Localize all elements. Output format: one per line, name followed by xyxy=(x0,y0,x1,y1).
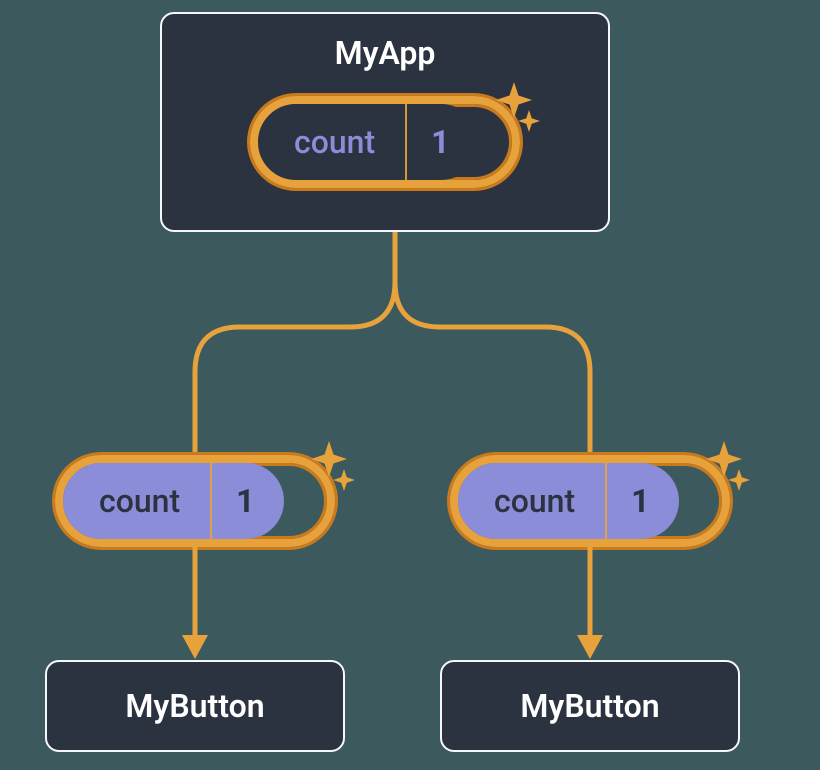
child-component-title: MyButton xyxy=(520,687,659,725)
connector-branch xyxy=(0,232,820,457)
state-pill-label: count xyxy=(258,104,405,180)
sparkle-icon xyxy=(301,441,361,501)
state-pill-value: 1 xyxy=(405,104,479,180)
child-component-box-right: MyButton xyxy=(440,660,740,752)
prop-pill-right-wrap: count 1 xyxy=(450,455,730,547)
sparkle-icon xyxy=(696,441,756,501)
state-pill-root: count 1 xyxy=(250,96,520,188)
prop-pill-left-wrap: count 1 xyxy=(55,455,335,547)
root-component-box: MyApp count 1 xyxy=(160,12,610,232)
sparkle-icon xyxy=(486,82,546,142)
prop-pill-value: 1 xyxy=(605,463,679,539)
prop-pill-right: count 1 xyxy=(450,455,730,547)
child-component-box-left: MyButton xyxy=(45,660,345,752)
prop-pill-left: count 1 xyxy=(55,455,335,547)
prop-pill-label: count xyxy=(63,463,210,539)
connector-arrow-right xyxy=(565,547,615,663)
connector-arrow-left xyxy=(170,547,220,663)
root-component-title: MyApp xyxy=(335,34,436,72)
child-component-title: MyButton xyxy=(125,687,264,725)
prop-pill-label: count xyxy=(458,463,605,539)
prop-pill-value: 1 xyxy=(210,463,284,539)
